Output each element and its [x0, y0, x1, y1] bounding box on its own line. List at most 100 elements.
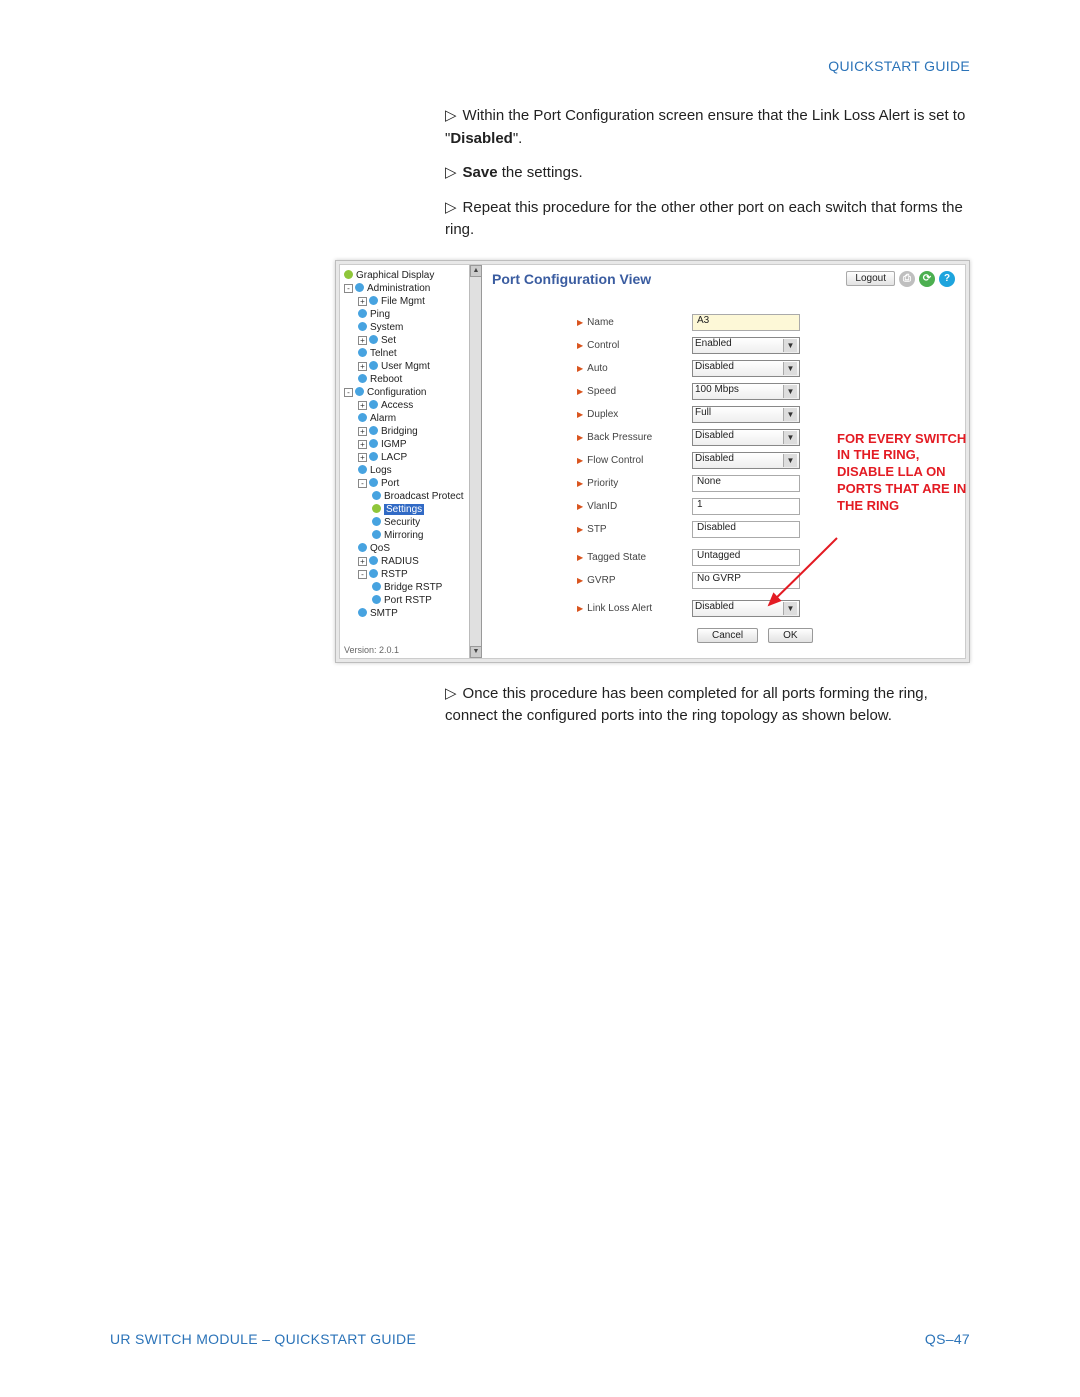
- expand-icon[interactable]: +: [358, 401, 367, 410]
- tree-item-settings[interactable]: Settings: [372, 503, 481, 516]
- bubble-icon: [369, 361, 378, 370]
- tree-item-reboot[interactable]: Reboot: [358, 373, 481, 386]
- expand-icon[interactable]: +: [358, 427, 367, 436]
- select-flowcontrol[interactable]: Disabled: [692, 452, 800, 469]
- expand-icon[interactable]: +: [358, 557, 367, 566]
- instruction-1-text-b: ".: [513, 130, 523, 147]
- header-title: QUICKSTART GUIDE: [828, 58, 970, 74]
- arrow-icon: ▶: [577, 318, 583, 327]
- field-tagged: Untagged: [692, 549, 800, 566]
- bubble-icon: [369, 478, 378, 487]
- select-backpressure[interactable]: Disabled: [692, 429, 800, 446]
- tree-item-security[interactable]: Security: [372, 516, 481, 529]
- tree-item-set[interactable]: +Set: [358, 334, 481, 347]
- tree-item-logs[interactable]: Logs: [358, 464, 481, 477]
- label-priority: Priority: [587, 478, 618, 489]
- label-gvrp: GVRP: [587, 575, 615, 586]
- port-config-panel: Port Configuration View Logout ⎙ ⟳ ? ▶Na…: [482, 265, 965, 658]
- select-linklossalert[interactable]: Disabled: [692, 600, 800, 617]
- bubble-icon: [369, 426, 378, 435]
- expand-icon[interactable]: +: [358, 362, 367, 371]
- tree-item-access[interactable]: +Access: [358, 399, 481, 412]
- tree-item-bridgerstp[interactable]: Bridge RSTP: [372, 581, 481, 594]
- field-stp: Disabled: [692, 521, 800, 538]
- tree-item-portrstp[interactable]: Port RSTP: [372, 594, 481, 607]
- bubble-icon: [369, 400, 378, 409]
- bubble-icon: [369, 452, 378, 461]
- select-control[interactable]: Enabled: [692, 337, 800, 354]
- label-flowcontrol: Flow Control: [587, 455, 643, 466]
- tree-item-graphical[interactable]: Graphical Display: [344, 269, 481, 282]
- tree-item-port[interactable]: -Port Broadcast Protect Settings Securit…: [358, 477, 481, 542]
- bubble-icon: [358, 348, 367, 357]
- tree-item-filemgmt[interactable]: +File Mgmt: [358, 295, 481, 308]
- arrow-icon: ▶: [577, 604, 583, 613]
- refresh-icon[interactable]: ⟳: [919, 271, 935, 287]
- select-auto[interactable]: Disabled: [692, 360, 800, 377]
- tree-item-rstp[interactable]: -RSTP Bridge RSTP Port RSTP: [358, 568, 481, 607]
- instruction-2-bold: Save: [463, 164, 498, 181]
- collapse-icon[interactable]: -: [358, 479, 367, 488]
- scroll-up-icon[interactable]: ▲: [470, 265, 482, 277]
- bubble-icon: [372, 491, 381, 500]
- ok-button[interactable]: OK: [768, 628, 812, 643]
- arrow-icon: ▶: [577, 410, 583, 419]
- tree-scrollbar[interactable]: ▲ ▼: [469, 265, 481, 658]
- tree-item-ping[interactable]: Ping: [358, 308, 481, 321]
- tree-item-lacp[interactable]: +LACP: [358, 451, 481, 464]
- expand-icon[interactable]: +: [358, 297, 367, 306]
- field-name[interactable]: A3: [692, 314, 800, 331]
- bubble-icon: [355, 283, 364, 292]
- help-icon[interactable]: ?: [939, 271, 955, 287]
- tree-item-alarm[interactable]: Alarm: [358, 412, 481, 425]
- arrow-icon: ▶: [577, 456, 583, 465]
- instruction-3-text: Repeat this procedure for the other othe…: [445, 199, 963, 239]
- triangle-icon: ▷: [445, 197, 457, 220]
- expand-icon[interactable]: +: [358, 453, 367, 462]
- select-duplex[interactable]: Full: [692, 406, 800, 423]
- tree-item-mirroring[interactable]: Mirroring: [372, 529, 481, 542]
- bubble-icon: [344, 270, 353, 279]
- arrow-icon: ▶: [577, 576, 583, 585]
- arrow-icon: ▶: [577, 479, 583, 488]
- tree-item-radius[interactable]: +RADIUS: [358, 555, 481, 568]
- expand-icon[interactable]: +: [358, 440, 367, 449]
- bubble-icon: [372, 530, 381, 539]
- bubble-icon: [355, 387, 364, 396]
- field-vlanid[interactable]: 1: [692, 498, 800, 515]
- bubble-icon: [369, 439, 378, 448]
- expand-icon[interactable]: +: [358, 336, 367, 345]
- tree-item-smtp[interactable]: SMTP: [358, 607, 481, 620]
- version-label: Version: 2.0.1: [344, 645, 399, 655]
- bubble-icon: [369, 556, 378, 565]
- tree-item-configuration[interactable]: -Configuration +Access Alarm +Bridging +…: [344, 386, 481, 620]
- collapse-icon[interactable]: -: [358, 570, 367, 579]
- print-icon[interactable]: ⎙: [899, 271, 915, 287]
- arrow-icon: ▶: [577, 387, 583, 396]
- tree-item-telnet[interactable]: Telnet: [358, 347, 481, 360]
- label-stp: STP: [587, 524, 606, 535]
- logout-button[interactable]: Logout: [846, 271, 895, 286]
- label-vlanid: VlanID: [587, 501, 617, 512]
- collapse-icon[interactable]: -: [344, 284, 353, 293]
- tree-item-usermgmt[interactable]: +User Mgmt: [358, 360, 481, 373]
- tree-item-bridging[interactable]: +Bridging: [358, 425, 481, 438]
- tree-item-system[interactable]: System: [358, 321, 481, 334]
- bubble-icon: [369, 335, 378, 344]
- label-name: Name: [587, 317, 614, 328]
- bubble-icon: [358, 413, 367, 422]
- collapse-icon[interactable]: -: [344, 388, 353, 397]
- cancel-button[interactable]: Cancel: [697, 628, 758, 643]
- bubble-icon: [358, 374, 367, 383]
- label-tagged: Tagged State: [587, 552, 646, 563]
- arrow-icon: ▶: [577, 525, 583, 534]
- arrow-icon: ▶: [577, 502, 583, 511]
- tree-item-broadcast[interactable]: Broadcast Protect: [372, 490, 481, 503]
- tree-item-administration[interactable]: -Administration +File Mgmt Ping System +…: [344, 282, 481, 386]
- tree-item-qos[interactable]: QoS: [358, 542, 481, 555]
- bubble-icon: [372, 595, 381, 604]
- tree-item-igmp[interactable]: +IGMP: [358, 438, 481, 451]
- scroll-down-icon[interactable]: ▼: [470, 646, 482, 658]
- label-duplex: Duplex: [587, 409, 618, 420]
- select-speed[interactable]: 100 Mbps: [692, 383, 800, 400]
